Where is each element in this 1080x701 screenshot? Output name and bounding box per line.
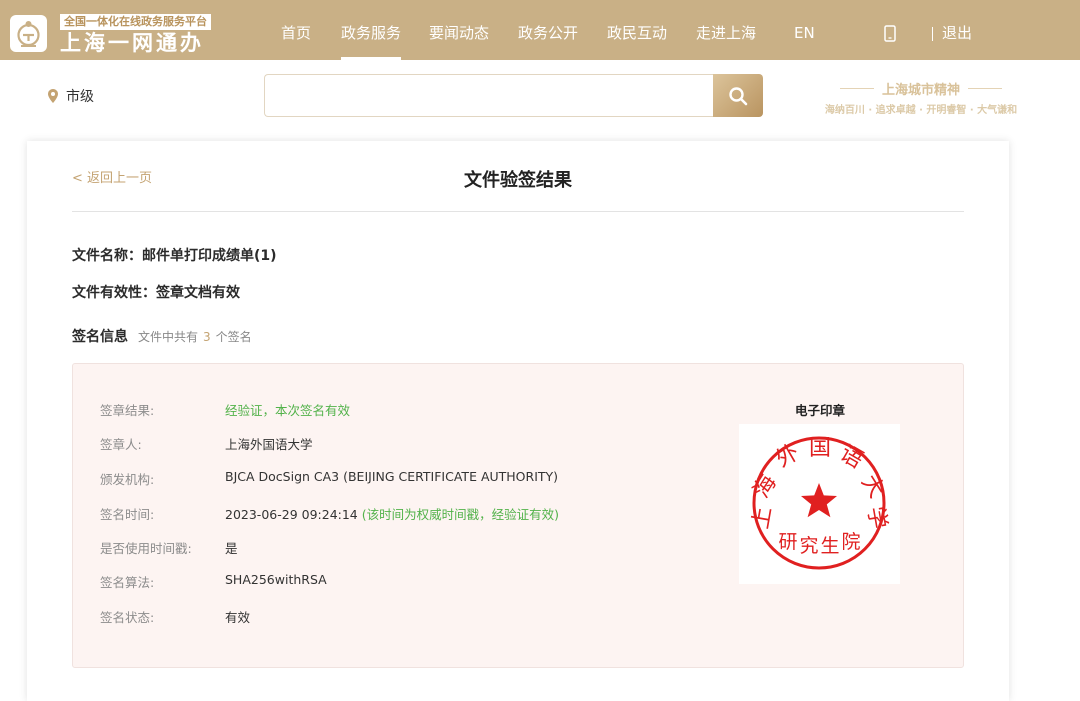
file-validity-label: 文件有效性：: [72, 285, 156, 301]
nav-about-shanghai[interactable]: 走进上海: [696, 0, 756, 60]
electronic-seal-image: 上 海 外 国 语 大 学 研 究 生 院: [739, 424, 900, 584]
phone-icon[interactable]: [884, 25, 896, 42]
nav-english[interactable]: EN: [794, 0, 815, 60]
svg-text:生: 生: [820, 535, 839, 557]
signature-count: 3: [203, 330, 211, 344]
search-button[interactable]: [713, 74, 763, 117]
sig-time-row: 2023-06-29 09:24:14 (该时间为权威时间戳，经验证有效): [225, 504, 559, 523]
logo-icon[interactable]: [10, 15, 47, 52]
nav-news[interactable]: 要闻动态: [429, 0, 489, 60]
svg-text:语: 语: [835, 441, 867, 474]
svg-text:外: 外: [772, 440, 804, 473]
sig-result-label: 签章结果:: [100, 403, 155, 418]
nav-home[interactable]: 首页: [281, 0, 311, 60]
svg-text:院: 院: [841, 531, 860, 553]
file-validity-row: 文件有效性：签章文档有效: [72, 282, 240, 302]
search-icon: [729, 87, 748, 106]
location-label: 市级: [66, 89, 94, 105]
sig-time-label: 签名时间:: [100, 507, 155, 522]
nav-gov-public[interactable]: 政务公开: [518, 0, 578, 60]
signature-count-prefix: 文件中共有: [138, 330, 199, 344]
signature-count-suffix: 个签名: [215, 330, 252, 344]
sig-status-value: 有效: [225, 610, 251, 625]
logo-subtitle: 全国一体化在线政务服务平台: [60, 14, 211, 30]
sig-time-note: (该时间为权威时间戳，经验证有效): [361, 507, 560, 522]
svg-text:研: 研: [778, 531, 797, 553]
title-divider: [72, 211, 964, 212]
nav-gov-services[interactable]: 政务服务: [341, 0, 402, 60]
sig-issuer-label: 颁发机构:: [100, 472, 155, 487]
sig-algorithm-value: SHA256withRSA: [225, 572, 327, 587]
svg-text:学: 学: [862, 505, 890, 531]
nav-interaction[interactable]: 政民互动: [607, 0, 667, 60]
location-pin-icon: [48, 89, 58, 103]
page-title: 文件验签结果: [464, 170, 572, 191]
seal-title: 电子印章: [794, 403, 845, 418]
file-name-label: 文件名称：: [72, 248, 142, 264]
sig-status-label: 签名状态:: [100, 610, 155, 625]
file-name-value: 邮件单打印成绩单(1): [142, 248, 277, 264]
svg-text:国: 国: [809, 436, 831, 461]
location-selector[interactable]: 市级: [48, 86, 94, 106]
file-name-row: 文件名称：邮件单打印成绩单(1): [72, 245, 277, 265]
sig-timestamp-label: 是否使用时间戳:: [100, 541, 192, 556]
svg-text:上: 上: [748, 505, 776, 531]
nav-divider: [932, 27, 933, 41]
sig-time-value: 2023-06-29 09:24:14: [225, 507, 358, 522]
logout-link[interactable]: 退出: [942, 0, 972, 60]
sig-signer-value: 上海外国语大学: [225, 437, 313, 452]
seal-stamp-icon: 上 海 外 国 语 大 学 研 究 生 院: [748, 436, 891, 570]
top-header: 全国一体化在线政务服务平台 上海一网通办 首页 政务服务 要闻动态 政务公开 政…: [0, 0, 1080, 60]
signature-section-header: 签名信息 文件中共有 3 个签名: [72, 326, 252, 346]
file-validity-value: 签章文档有效: [156, 285, 240, 301]
sig-timestamp-value: 是: [225, 541, 238, 556]
sig-result-value: 经验证，本次签名有效: [225, 403, 351, 418]
logo-title[interactable]: 上海一网通办: [60, 30, 204, 56]
sig-signer-label: 签章人:: [100, 437, 142, 452]
signature-section-title: 签名信息: [72, 329, 128, 345]
search-input[interactable]: [264, 74, 714, 117]
slogan-title: 上海城市精神: [832, 79, 1010, 98]
sig-algorithm-label: 签名算法:: [100, 575, 155, 590]
slogan-subtitle: 海纳百川 · 追求卓越 · 开明睿智 · 大气谦和: [824, 105, 1018, 116]
back-link[interactable]: < 返回上一页: [72, 167, 152, 186]
sig-issuer-value: BJCA DocSign CA3 (BEIJING CERTIFICATE AU…: [225, 469, 559, 484]
svg-text:究: 究: [799, 535, 818, 557]
